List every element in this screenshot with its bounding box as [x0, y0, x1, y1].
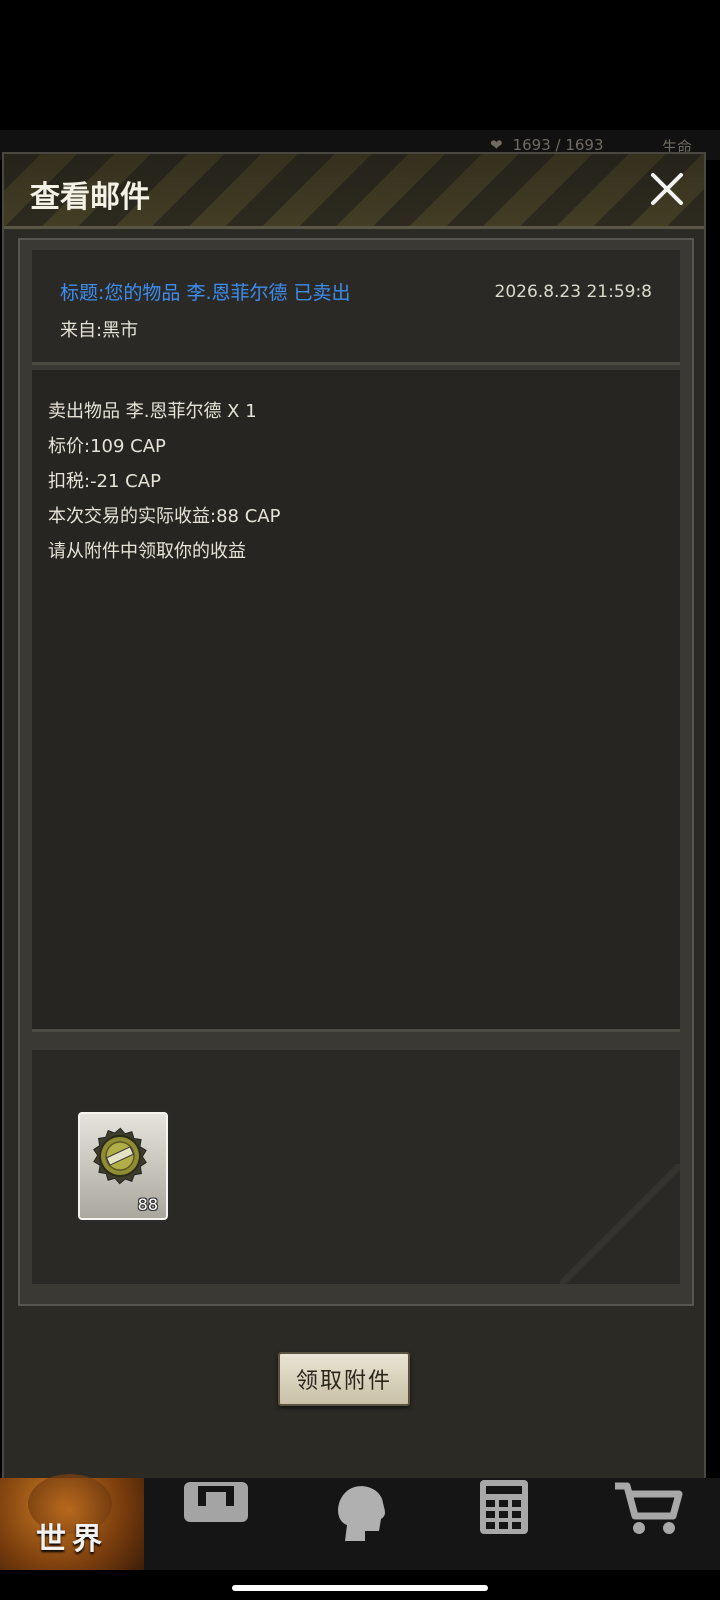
nav-item-backpack[interactable]	[144, 1478, 288, 1570]
attachment-area: 88	[32, 1050, 680, 1284]
bottle-cap-icon	[93, 1127, 147, 1185]
body-line: 标价:109 CAP	[48, 436, 166, 457]
body-line: 扣税:-21 CAP	[48, 471, 161, 492]
nav-item-calculator[interactable]	[432, 1478, 576, 1570]
claim-attachment-button[interactable]: 领取附件	[278, 1352, 410, 1406]
body-line: 请从附件中领取你的收益	[48, 541, 246, 562]
character-head-icon	[338, 1486, 385, 1541]
close-icon	[651, 173, 683, 205]
shopping-cart-icon	[615, 1482, 683, 1534]
mail-panel: 标题:您的物品 李.恩菲尔德 已卖出 2026.8.23 21:59:8 来自:…	[18, 238, 694, 1306]
calculator-icon	[480, 1480, 528, 1534]
nav-label-world: 世界	[36, 1522, 108, 1557]
nav-item-character[interactable]	[288, 1478, 432, 1570]
mail-dialog: 查看邮件 标题:您的物品 李.恩菲尔德 已卖出 2026.8.23 21:59:…	[2, 152, 706, 1480]
mail-header: 标题:您的物品 李.恩菲尔德 已卖出 2026.8.23 21:59:8 来自:…	[32, 250, 680, 365]
mail-sender: 来自:黑市	[60, 320, 139, 341]
mail-subject: 标题:您的物品 李.恩菲尔德 已卖出	[60, 282, 351, 304]
mail-date: 2026.8.23 21:59:8	[494, 282, 652, 302]
attachment-item[interactable]: 88	[76, 1110, 170, 1222]
nav-item-world[interactable]: 世界	[0, 1474, 144, 1570]
body-line: 本次交易的实际收益:88 CAP	[48, 506, 281, 527]
dialog-title: 查看邮件	[30, 180, 150, 215]
nav-item-shop[interactable]	[576, 1478, 720, 1570]
close-button[interactable]	[644, 166, 690, 212]
body-line: 卖出物品 李.恩菲尔德 X 1	[48, 401, 257, 422]
home-indicator[interactable]	[232, 1585, 488, 1591]
backpack-icon	[184, 1482, 248, 1522]
attachment-count: 88	[137, 1195, 158, 1214]
dialog-header: 查看邮件	[4, 154, 704, 229]
bottom-nav: 世界	[0, 1474, 720, 1570]
mail-body: 卖出物品 李.恩菲尔德 X 1 标价:109 CAP 扣税:-21 CAP 本次…	[32, 370, 680, 1032]
